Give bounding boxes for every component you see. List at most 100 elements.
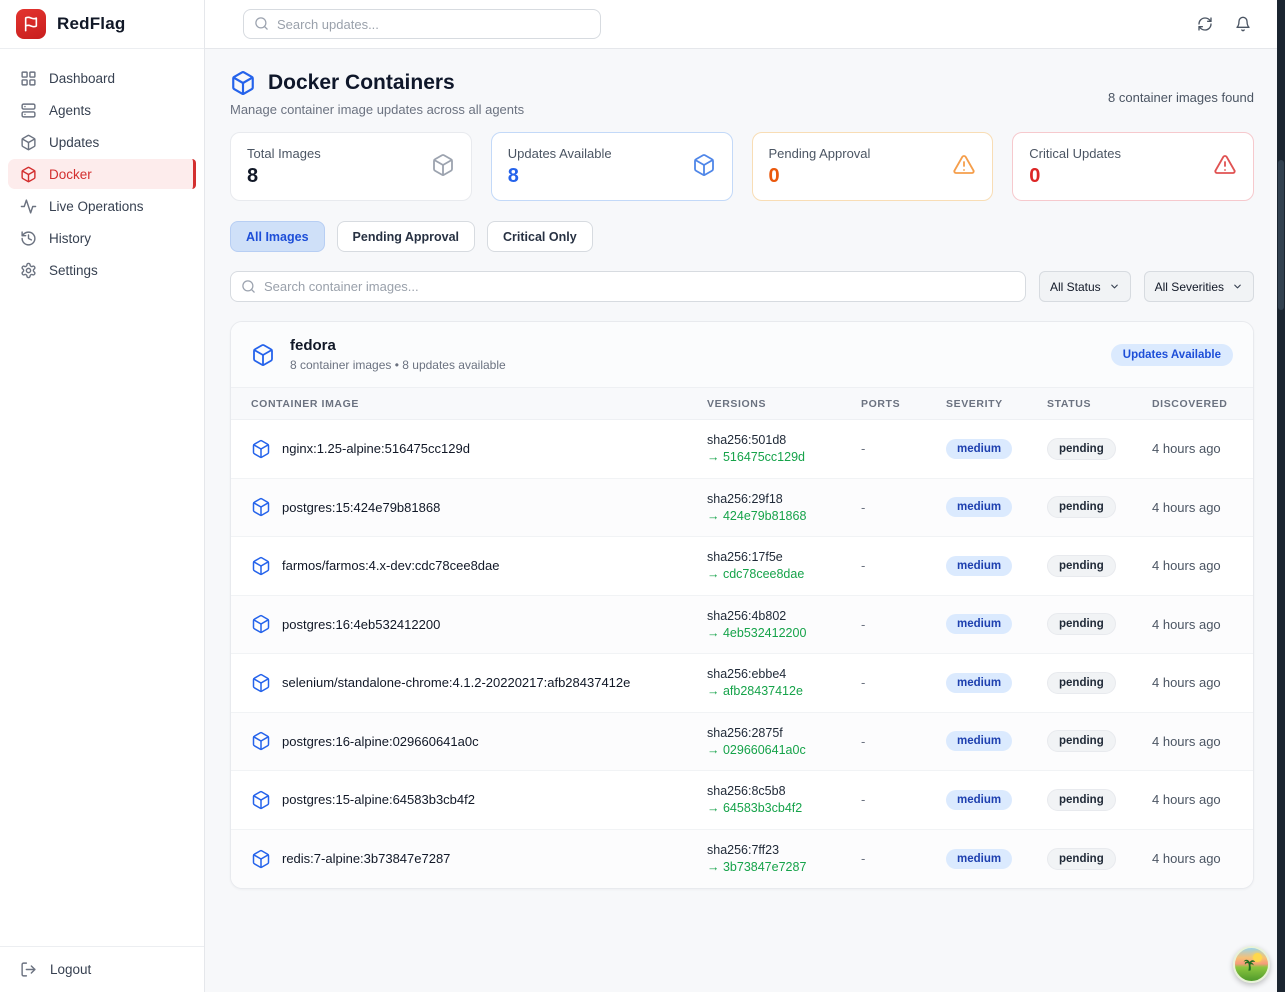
sidebar-item-label: Updates [49,135,99,150]
grid-icon [20,70,37,87]
status-badge: pending [1047,730,1116,752]
image-search-input[interactable] [230,271,1026,302]
container-image-name: selenium/standalone-chrome:4.1.2-2022021… [282,675,630,690]
tab-all-images[interactable]: All Images [230,221,325,252]
discovered-value: 4 hours ago [1152,441,1233,456]
discovered-value: 4 hours ago [1152,617,1233,632]
table-row[interactable]: farmos/farmos:4.x-dev:cdc78cee8dae sha25… [231,537,1253,596]
sidebar-item-label: Live Operations [49,199,144,214]
sidebar-item-updates[interactable]: Updates [8,127,196,157]
table-row[interactable]: selenium/standalone-chrome:4.1.2-2022021… [231,654,1253,713]
discovered-value: 4 hours ago [1152,500,1233,515]
severity-badge: medium [946,614,1012,634]
brand: RedFlag [0,0,204,49]
severity-badge: medium [946,849,1012,869]
bell-icon[interactable] [1235,16,1251,32]
container-image-name: postgres:16:4eb532412200 [282,617,440,632]
container-image-name: postgres:15-alpine:64583b3cb4f2 [282,792,475,807]
table-row[interactable]: postgres:16-alpine:029660641a0c sha256:2… [231,713,1253,772]
ports-value: - [861,617,946,632]
col-ports: PORTS [861,398,946,410]
search-icon [254,16,269,31]
package-icon [251,673,271,693]
sidebar-item-agents[interactable]: Agents [8,95,196,125]
container-image-name: postgres:15:424e79b81868 [282,500,440,515]
ports-value: - [861,675,946,690]
table-row[interactable]: postgres:15-alpine:64583b3cb4f2 sha256:8… [231,771,1253,830]
status-badge: pending [1047,438,1116,460]
container-image-name: redis:7-alpine:3b73847e7287 [282,851,450,866]
update-version: → cdc78cee8dae [707,567,861,581]
result-count: 8 container images found [1108,90,1254,105]
severity-badge: medium [946,497,1012,517]
ports-value: - [861,734,946,749]
severity-badge: medium [946,731,1012,751]
flag-icon [23,16,39,32]
package-icon [20,134,37,151]
package-icon [251,614,271,634]
tab-critical-only[interactable]: Critical Only [487,221,593,252]
updates-available-badge: Updates Available [1111,344,1233,366]
discovered-value: 4 hours ago [1152,851,1233,866]
sidebar-item-settings[interactable]: Settings [8,255,196,285]
stat-value: 8 [508,164,612,188]
current-version: sha256:8c5b8 [707,784,861,798]
stat-card-critical-updates: Critical Updates 0 [1012,132,1254,201]
update-version: → 424e79b81868 [707,509,861,523]
scrollbar-thumb[interactable] [1278,160,1284,310]
package-icon [251,790,271,810]
tab-pending-approval[interactable]: Pending Approval [337,221,476,252]
package-icon [251,849,271,869]
discovered-value: 4 hours ago [1152,675,1233,690]
table-row[interactable]: nginx:1.25-alpine:516475cc129d sha256:50… [231,420,1253,479]
filter-row: All Status All Severities [230,271,1254,302]
severity-select[interactable]: All Severities [1144,271,1254,302]
sidebar-item-live-operations[interactable]: Live Operations [8,191,196,221]
stat-label: Updates Available [508,146,612,161]
sidebar-item-label: Dashboard [49,71,115,86]
ports-value: - [861,441,946,456]
table-row[interactable]: postgres:15:424e79b81868 sha256:29f18 → … [231,479,1253,538]
refresh-icon[interactable] [1197,16,1213,32]
sidebar-item-history[interactable]: History [8,223,196,253]
stat-label: Critical Updates [1029,146,1121,161]
topbar-actions [1197,16,1251,32]
table-column-headers: CONTAINER IMAGE VERSIONS PORTS SEVERITY … [231,388,1253,420]
server-icon [20,102,37,119]
sidebar-item-dashboard[interactable]: Dashboard [8,63,196,93]
brand-logo [16,9,46,39]
ports-value: - [861,792,946,807]
sidebar: RedFlag Dashboard Agents Updates Docker … [0,0,205,992]
stat-cards: Total Images 8 Updates Available 8 Pendi… [230,132,1254,201]
island-widget-button[interactable] [1233,946,1270,983]
current-version: sha256:17f5e [707,550,861,564]
chevron-down-icon [1109,281,1120,292]
current-version: sha256:ebbe4 [707,667,861,681]
stat-card-updates-available: Updates Available 8 [491,132,733,201]
search-icon [241,279,256,294]
group-name: fedora [290,337,506,354]
package-icon [692,153,716,177]
severity-badge: medium [946,439,1012,459]
sidebar-item-label: Docker [49,167,92,182]
table-row[interactable]: postgres:16:4eb532412200 sha256:4b802 → … [231,596,1253,655]
current-version: sha256:29f18 [707,492,861,506]
ports-value: - [861,851,946,866]
stat-value: 0 [1029,164,1121,188]
col-versions: VERSIONS [707,398,861,410]
package-icon [251,497,271,517]
status-badge: pending [1047,555,1116,577]
logout-icon [20,961,37,978]
sidebar-item-docker[interactable]: Docker [8,159,196,189]
global-search-input[interactable] [243,9,601,39]
discovered-value: 4 hours ago [1152,558,1233,573]
current-version: sha256:2875f [707,726,861,740]
page-title: Docker Containers [268,71,455,95]
status-badge: pending [1047,789,1116,811]
logout-button[interactable]: Logout [0,946,204,992]
status-select[interactable]: All Status [1039,271,1131,302]
table-row[interactable]: redis:7-alpine:3b73847e7287 sha256:7ff23… [231,830,1253,889]
container-image-name: farmos/farmos:4.x-dev:cdc78cee8dae [282,558,500,573]
history-icon [20,230,37,247]
page-subtitle: Manage container image updates across al… [230,102,524,117]
